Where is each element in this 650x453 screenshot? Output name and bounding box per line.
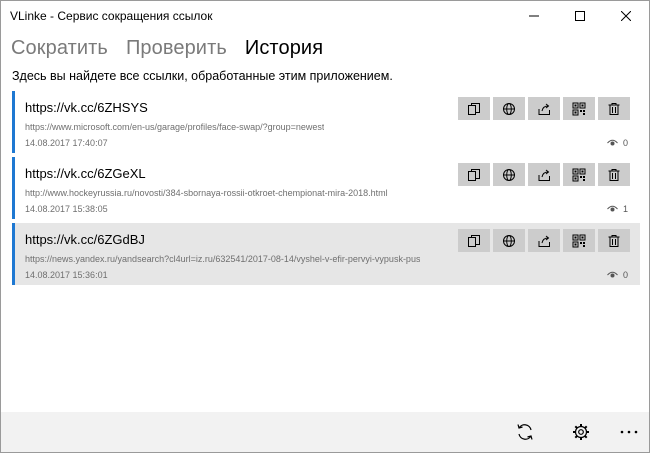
qr-code-icon <box>572 168 586 181</box>
copy-button[interactable] <box>458 163 490 186</box>
share-button[interactable] <box>528 229 560 252</box>
short-url[interactable]: https://vk.cc/6ZHSYS <box>25 100 148 115</box>
item-actions <box>458 97 630 120</box>
trash-icon <box>608 102 620 115</box>
copy-icon <box>468 102 480 115</box>
timestamp: 14.08.2017 15:36:01 <box>25 270 108 280</box>
minimize-button[interactable] <box>511 1 557 31</box>
history-item[interactable]: https://vk.cc/6ZGdBJ https://news.yandex… <box>12 223 640 285</box>
share-button[interactable] <box>528 97 560 120</box>
window-controls <box>511 1 649 31</box>
title-bar[interactable]: VLinke - Сервис сокращения ссылок <box>1 1 649 31</box>
minimize-icon <box>529 15 539 17</box>
views-count: 0 <box>622 270 628 280</box>
qr-code-icon <box>572 234 586 247</box>
share-icon <box>538 169 550 181</box>
views-counter: 0 <box>607 270 628 280</box>
share-icon <box>538 235 550 247</box>
delete-button[interactable] <box>598 229 630 252</box>
maximize-icon <box>575 11 585 21</box>
timestamp: 14.08.2017 17:40:07 <box>25 138 108 148</box>
long-url: https://news.yandex.ru/yandsearch?cl4url… <box>25 254 421 264</box>
more-icon <box>620 430 638 434</box>
views-counter: 1 <box>607 204 628 214</box>
close-button[interactable] <box>603 1 649 31</box>
globe-icon <box>503 168 515 181</box>
history-list: https://vk.cc/6ZHSYS https://www.microso… <box>12 91 640 289</box>
long-url: http://www.hockeyrussia.ru/novosti/384-s… <box>25 188 388 198</box>
delete-button[interactable] <box>598 163 630 186</box>
close-icon <box>621 11 631 21</box>
app-window: VLinke - Сервис сокращения ссылок Сократ… <box>0 0 650 453</box>
views-count: 1 <box>622 204 628 214</box>
eye-icon <box>607 271 618 278</box>
copy-button[interactable] <box>458 229 490 252</box>
globe-icon <box>503 234 515 247</box>
copy-icon <box>468 234 480 247</box>
copy-icon <box>468 168 480 181</box>
eye-icon <box>607 139 618 146</box>
tab-shorten[interactable]: Сократить <box>11 37 108 60</box>
copy-button[interactable] <box>458 97 490 120</box>
share-icon <box>538 103 550 115</box>
item-actions <box>458 229 630 252</box>
globe-icon <box>503 102 515 115</box>
long-url: https://www.microsoft.com/en-us/garage/p… <box>25 122 325 132</box>
tab-bar: Сократить Проверить История <box>11 37 323 60</box>
more-button[interactable] <box>609 418 649 446</box>
eye-icon <box>607 205 618 212</box>
trash-icon <box>608 234 620 247</box>
tab-history[interactable]: История <box>245 37 323 60</box>
tab-check[interactable]: Проверить <box>126 37 227 60</box>
open-browser-button[interactable] <box>493 229 525 252</box>
refresh-button[interactable] <box>505 418 545 446</box>
qr-code-button[interactable] <box>563 97 595 120</box>
qr-code-button[interactable] <box>563 229 595 252</box>
trash-icon <box>608 168 620 181</box>
qr-code-icon <box>572 102 586 115</box>
short-url[interactable]: https://vk.cc/6ZGeXL <box>25 166 146 181</box>
open-browser-button[interactable] <box>493 163 525 186</box>
timestamp: 14.08.2017 15:38:05 <box>25 204 108 214</box>
refresh-icon <box>517 424 533 440</box>
page-description: Здесь вы найдете все ссылки, обработанны… <box>12 69 393 83</box>
history-item[interactable]: https://vk.cc/6ZHSYS https://www.microso… <box>12 91 640 153</box>
views-counter: 0 <box>607 138 628 148</box>
views-count: 0 <box>622 138 628 148</box>
share-button[interactable] <box>528 163 560 186</box>
bottom-app-bar <box>1 412 649 452</box>
history-item[interactable]: https://vk.cc/6ZGeXL http://www.hockeyru… <box>12 157 640 219</box>
maximize-button[interactable] <box>557 1 603 31</box>
item-actions <box>458 163 630 186</box>
short-url[interactable]: https://vk.cc/6ZGdBJ <box>25 232 145 247</box>
open-browser-button[interactable] <box>493 97 525 120</box>
delete-button[interactable] <box>598 97 630 120</box>
settings-button[interactable] <box>561 418 601 446</box>
window-title: VLinke - Сервис сокращения ссылок <box>10 9 213 23</box>
gear-icon <box>573 424 589 440</box>
qr-code-button[interactable] <box>563 163 595 186</box>
